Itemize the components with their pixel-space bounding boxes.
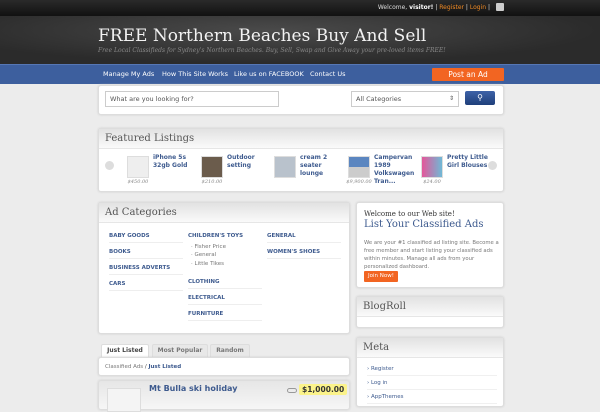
featured-item[interactable]: cream 2 seater lounge [274, 154, 348, 190]
separator: | [435, 4, 438, 11]
category-link[interactable]: BUSINESS ADVERTS [109, 265, 183, 275]
top-bar: Welcome, visitor! | Register | Login | [0, 0, 600, 16]
category-link[interactable]: WOMEN'S SHOES [267, 249, 341, 259]
welcome-text: Welcome, visitor! | Register | Login | [378, 4, 490, 11]
subcategory-link[interactable]: · Little Tikes [191, 261, 224, 267]
nav-how-this-site-works[interactable]: How This Site Works [162, 70, 228, 78]
listing-item[interactable]: Mt Bulla ski holiday $1,000.00 [98, 380, 350, 412]
blogroll-widget: BlogRoll [356, 296, 504, 328]
tab-random[interactable]: Random [210, 344, 250, 357]
listing-title[interactable]: Mt Bulla ski holiday [149, 384, 237, 393]
username: visitor! [409, 4, 434, 11]
search-button[interactable]: ⚲ [465, 91, 495, 105]
welcome-text: We are your #1 classified ad listing sit… [364, 240, 499, 270]
category-link[interactable]: ELECTRICAL [188, 295, 262, 305]
listing-thumbnail[interactable] [107, 388, 141, 412]
price-tag-icon [287, 388, 297, 393]
subcategory-label: Fisher Price [194, 244, 226, 250]
category-link[interactable]: FURNITURE [188, 311, 262, 321]
item-thumbnail[interactable] [348, 156, 370, 178]
item-thumbnail[interactable] [421, 156, 443, 178]
ad-categories: Ad Categories BABY GOODS BOOKS BUSINESS … [98, 202, 350, 334]
join-now-button[interactable]: Join Now! [364, 271, 398, 282]
item-title[interactable]: iPhone 5s 32gb Gold [153, 154, 197, 170]
breadcrumb: Classified Ads / Just Listed [98, 357, 350, 376]
subcategory-label: Little Tikes [194, 261, 225, 267]
main-nav: Manage My Ads How This Site Works Like u… [0, 64, 600, 84]
category-link[interactable]: BABY GOODS [109, 233, 183, 243]
separator: | [465, 4, 468, 11]
featured-item[interactable]: Outdoor setting $210.00 [201, 154, 275, 190]
item-price: $450.00 [127, 179, 149, 185]
meta-item-label: Register [370, 366, 394, 372]
site-tagline: Free Local Classifieds for Sydney's Nort… [98, 47, 446, 54]
blogroll-title: BlogRoll [357, 297, 503, 317]
search-input[interactable]: What are you looking for? [105, 91, 279, 107]
category-link[interactable]: GENERAL [267, 233, 341, 243]
featured-item[interactable]: iPhone 5s 32gb Gold $450.00 [127, 154, 201, 190]
meta-register-link[interactable]: › Register [367, 366, 497, 376]
meta-title: Meta [357, 338, 503, 358]
meta-item-label: Log in [370, 380, 388, 386]
nav-manage-my-ads[interactable]: Manage My Ads [103, 70, 154, 78]
welcome-widget: Welcome to our Web site! List Your Class… [356, 202, 504, 288]
category-link[interactable]: CHILDREN'S TOYS [188, 233, 262, 242]
item-title[interactable]: Campervan 1989 Volkswagen Tran... [374, 154, 418, 186]
meta-item-label: AppThemes [370, 394, 404, 400]
meta-widget: Meta › Register › Log in › AppThemes [356, 337, 504, 407]
item-price: $24.00 [423, 179, 441, 185]
featured-item[interactable]: Pretty Little Girl Blouses $24.00 [421, 154, 495, 190]
item-thumbnail[interactable] [274, 156, 296, 178]
item-title[interactable]: Pretty Little Girl Blouses [447, 154, 491, 170]
category-link[interactable]: CLOTHING [188, 279, 262, 289]
featured-title: Featured Listings [99, 129, 503, 149]
item-title[interactable]: Outdoor setting [227, 154, 271, 170]
select-arrows-icon: ⇕ [448, 95, 454, 102]
categories-title: Ad Categories [99, 203, 349, 223]
breadcrumb-root[interactable]: Classified Ads [105, 364, 143, 370]
tab-most-popular[interactable]: Most Popular [152, 344, 208, 357]
category-link[interactable]: CARS [109, 281, 183, 291]
category-select[interactable]: All Categories ⇕ [351, 91, 459, 107]
category-link[interactable]: BOOKS [109, 249, 183, 259]
site-header: FREE Northern Beaches Buy And Sell Free … [0, 16, 600, 64]
login-link[interactable]: Login [470, 4, 486, 11]
rss-icon[interactable] [496, 3, 504, 11]
nav-contact-us[interactable]: Contact Us [310, 70, 346, 78]
welcome-label: Welcome, [377, 4, 408, 11]
breadcrumb-separator: / [144, 364, 147, 370]
featured-listings: Featured Listings iPhone 5s 32gb Gold $45… [98, 128, 504, 192]
nav-facebook[interactable]: Like us on FACEBOOK [234, 70, 304, 78]
site-title[interactable]: FREE Northern Beaches Buy And Sell [98, 26, 426, 46]
register-link[interactable]: Register [439, 4, 464, 11]
subcategory-link[interactable]: · General [191, 252, 216, 258]
subcategory-link[interactable]: · Fisher Price [191, 244, 226, 250]
breadcrumb-current: Just Listed [148, 364, 182, 370]
subcategory-label: General [194, 252, 217, 258]
tab-just-listed[interactable]: Just Listed [101, 344, 149, 357]
carousel-prev-icon[interactable] [105, 161, 114, 170]
meta-login-link[interactable]: › Log in [367, 380, 497, 390]
item-title[interactable]: cream 2 seater lounge [300, 154, 344, 178]
category-select-value: All Categories [356, 95, 402, 103]
search-icon: ⚲ [477, 93, 483, 102]
item-price: $210.00 [201, 179, 223, 185]
item-price: $9,900.00 [346, 179, 372, 185]
search-bar: What are you looking for? All Categories… [98, 85, 504, 115]
listing-price: $1,000.00 [299, 384, 348, 395]
post-ad-button[interactable]: Post an Ad [432, 68, 504, 81]
item-thumbnail[interactable] [201, 156, 223, 178]
separator: | [487, 4, 490, 11]
meta-appthemes-link[interactable]: › AppThemes [367, 394, 497, 404]
featured-item[interactable]: Campervan 1989 Volkswagen Tran... $9,900.… [346, 154, 422, 190]
welcome-title: List Your Classified Ads [364, 219, 484, 230]
welcome-heading: Welcome to our Web site! [364, 210, 455, 218]
item-thumbnail[interactable] [127, 156, 149, 178]
